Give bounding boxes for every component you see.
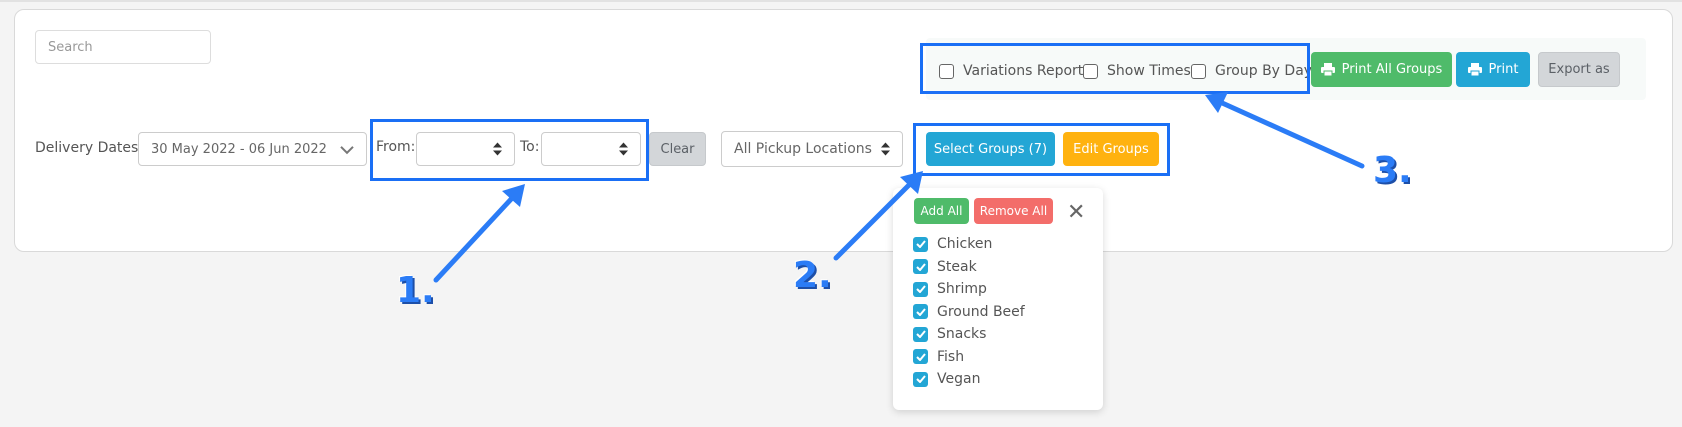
- group-item-fish[interactable]: Fish: [913, 346, 1025, 369]
- search-input[interactable]: [35, 30, 211, 64]
- group-item-ground-beef[interactable]: Ground Beef: [913, 301, 1025, 324]
- group-item-vegan[interactable]: Vegan: [913, 368, 1025, 391]
- group-item-snacks[interactable]: Snacks: [913, 323, 1025, 346]
- checked-checkbox-icon[interactable]: [913, 236, 928, 252]
- export-label: Export as: [1548, 62, 1610, 77]
- remove-all-label: Remove All: [979, 204, 1048, 218]
- add-all-label: Add All: [920, 204, 963, 218]
- group-item-label: Chicken: [937, 236, 993, 253]
- print-all-groups-label: Print All Groups: [1341, 62, 1443, 77]
- delivery-dates-picker[interactable]: 30 May 2022 - 06 Jun 2022: [138, 132, 367, 166]
- sort-arrows-icon: [881, 142, 890, 156]
- annotation-number-one: 1.: [396, 270, 435, 311]
- print-label: Print: [1488, 62, 1519, 77]
- annotation-number-two: 2.: [793, 255, 832, 296]
- close-icon[interactable]: ✕: [1067, 202, 1085, 224]
- clear-button[interactable]: Clear: [649, 132, 706, 166]
- delivery-dates-label: Delivery Dates:: [35, 140, 144, 156]
- highlight-box-print-options: [920, 43, 1310, 94]
- top-divider: [0, 0, 1682, 2]
- chevron-down-icon: [340, 146, 354, 155]
- printer-icon: [1320, 63, 1335, 76]
- group-item-label: Vegan: [937, 371, 981, 388]
- group-item-label: Fish: [937, 348, 965, 365]
- group-item-label: Steak: [937, 258, 977, 275]
- highlight-box-groups: [913, 123, 1170, 176]
- checked-checkbox-icon[interactable]: [913, 259, 928, 275]
- delivery-dates-value: 30 May 2022 - 06 Jun 2022: [151, 141, 327, 157]
- group-item-label: Ground Beef: [937, 303, 1025, 320]
- group-item-label: Shrimp: [937, 281, 987, 298]
- remove-all-button[interactable]: Remove All: [974, 198, 1053, 224]
- checked-checkbox-icon[interactable]: [913, 304, 928, 320]
- pickup-locations-value: All Pickup Locations: [734, 141, 872, 157]
- checked-checkbox-icon[interactable]: [913, 349, 928, 365]
- group-item-chicken[interactable]: Chicken: [913, 233, 1025, 256]
- groups-dropdown: Add All Remove All ✕ Chicken Steak Shrim…: [893, 188, 1103, 410]
- add-all-button[interactable]: Add All: [914, 198, 969, 224]
- highlight-box-time-range: [370, 119, 649, 181]
- pickup-locations-select[interactable]: All Pickup Locations: [721, 131, 903, 167]
- group-item-steak[interactable]: Steak: [913, 256, 1025, 279]
- clear-label: Clear: [660, 141, 695, 157]
- annotation-number-three: 3.: [1373, 150, 1412, 191]
- groups-list: Chicken Steak Shrimp Ground Beef Snacks …: [913, 233, 1025, 391]
- group-item-label: Snacks: [937, 326, 987, 343]
- print-button[interactable]: Print: [1456, 52, 1530, 87]
- print-all-groups-button[interactable]: Print All Groups: [1311, 52, 1452, 87]
- group-item-shrimp[interactable]: Shrimp: [913, 278, 1025, 301]
- checked-checkbox-icon[interactable]: [913, 371, 928, 387]
- checked-checkbox-icon[interactable]: [913, 326, 928, 342]
- printer-icon: [1467, 63, 1482, 76]
- export-button[interactable]: Export as: [1538, 52, 1620, 87]
- checked-checkbox-icon[interactable]: [913, 281, 928, 297]
